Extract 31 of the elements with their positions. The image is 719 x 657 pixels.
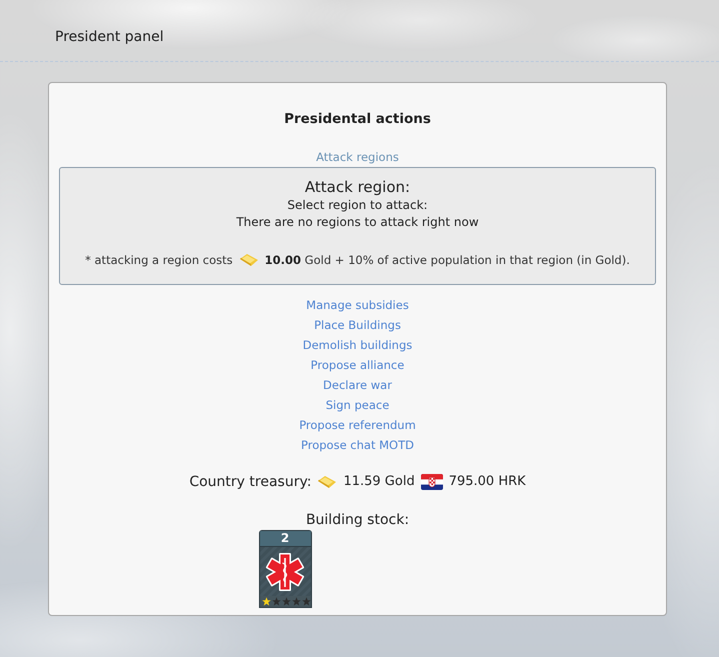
currency-amount: 795.00 HRK bbox=[448, 473, 526, 491]
stock-label: Building stock: bbox=[306, 511, 410, 530]
action-link[interactable]: Attack regions bbox=[316, 147, 399, 167]
ingot-icon bbox=[317, 475, 338, 489]
star-icon bbox=[262, 597, 270, 606]
building-tile[interactable]: 2 bbox=[258, 530, 312, 608]
action-link[interactable]: Declare war bbox=[323, 375, 392, 395]
cost-note: * attacking a region costs bbox=[85, 252, 233, 269]
treasury-amount: 11.59 Gold bbox=[343, 473, 415, 491]
action-link[interactable]: Place Buildings bbox=[314, 315, 401, 335]
ingot-icon bbox=[238, 253, 259, 267]
action-link[interactable]: Propose referendum bbox=[299, 415, 416, 435]
panel-title: Presidental actions bbox=[284, 110, 431, 129]
star-icon bbox=[272, 597, 280, 606]
action-link[interactable]: Manage subsidies bbox=[306, 295, 409, 315]
building-count: 2 bbox=[260, 531, 310, 547]
treasury-label: Country treasury: bbox=[189, 473, 312, 492]
action-link[interactable]: Sign peace bbox=[326, 395, 390, 415]
empty-message: There are no regions to attack right now bbox=[236, 214, 479, 231]
page-title: President panel bbox=[55, 29, 164, 45]
flag-icon bbox=[420, 474, 443, 490]
star-icon bbox=[282, 597, 290, 606]
action-link[interactable]: Demolish buildings bbox=[302, 335, 412, 355]
cost-note: 10.00 Gold + 10% of active population in that region (in Gold). bbox=[264, 252, 630, 269]
star-icon bbox=[302, 597, 310, 606]
star-icon bbox=[292, 597, 300, 606]
action-link[interactable]: Propose chat MOTD bbox=[301, 435, 414, 455]
star-of-life-icon bbox=[265, 552, 305, 592]
attack-prompt: Select region to attack: bbox=[287, 197, 428, 214]
attack-heading: Attack region: bbox=[304, 177, 410, 197]
action-link[interactable]: Propose alliance bbox=[310, 355, 404, 375]
